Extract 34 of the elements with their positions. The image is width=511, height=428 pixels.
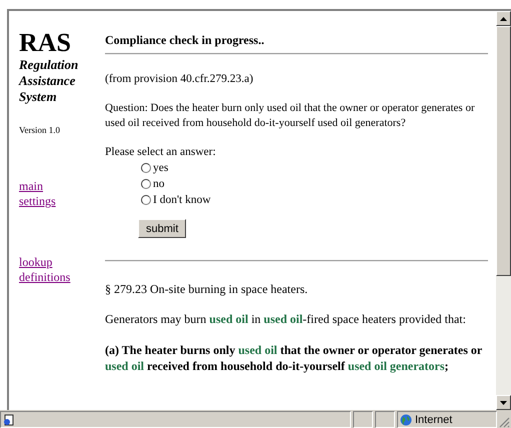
page-heading: Compliance check in progress.. bbox=[105, 32, 266, 48]
radio-button[interactable] bbox=[141, 195, 151, 205]
page-icon bbox=[3, 414, 15, 426]
globe-icon bbox=[400, 414, 412, 426]
status-panel bbox=[353, 411, 373, 428]
nav-link[interactable]: lookup bbox=[19, 255, 52, 270]
nav-link[interactable]: settings bbox=[19, 194, 56, 209]
radio-button[interactable] bbox=[141, 179, 151, 189]
security-zone-label: Internet bbox=[415, 414, 452, 426]
scroll-thumb[interactable] bbox=[496, 26, 511, 276]
app-subtitle: System bbox=[19, 89, 57, 105]
scroll-down-button[interactable] bbox=[496, 395, 511, 410]
question-text: Question: Does the heater burn only used oil that the owner or operator generates or used oil received from household do-it-yourself used oil generators? bbox=[105, 101, 476, 131]
app-subtitle: Regulation bbox=[19, 57, 78, 73]
resize-grip-icon bbox=[499, 417, 510, 428]
app-subtitle: Assistance bbox=[19, 73, 76, 89]
nav-link[interactable]: main bbox=[19, 179, 43, 194]
answer-prompt: Please select an answer: bbox=[105, 145, 217, 160]
regulation-paragraph: Generators may burn used oil in used oil-fired space heaters provided that: bbox=[105, 312, 467, 327]
down-arrow-icon bbox=[500, 400, 507, 404]
nav-link[interactable]: definitions bbox=[19, 270, 70, 285]
submit-button[interactable]: submit bbox=[138, 219, 186, 238]
regulation-paragraph: (a) The heater burns only used oil that the owner or operator generates or used oil received from household do-it-yourself used oil generators; bbox=[105, 342, 483, 374]
option-label: no bbox=[153, 177, 164, 192]
option-label: yes bbox=[153, 161, 168, 176]
section-title: § 279.23 On-site burning in space heaters. bbox=[105, 282, 309, 297]
app-logo: RAS bbox=[19, 31, 72, 55]
provision-reference: (from provision 40.cfr.279.23.a) bbox=[105, 72, 254, 87]
scroll-up-button[interactable] bbox=[496, 11, 511, 26]
version-label: Version 1.0 bbox=[19, 125, 60, 135]
radio-button[interactable] bbox=[141, 163, 151, 173]
option-label: I don't know bbox=[153, 193, 211, 208]
up-arrow-icon bbox=[500, 16, 507, 20]
status-panel bbox=[375, 411, 395, 428]
